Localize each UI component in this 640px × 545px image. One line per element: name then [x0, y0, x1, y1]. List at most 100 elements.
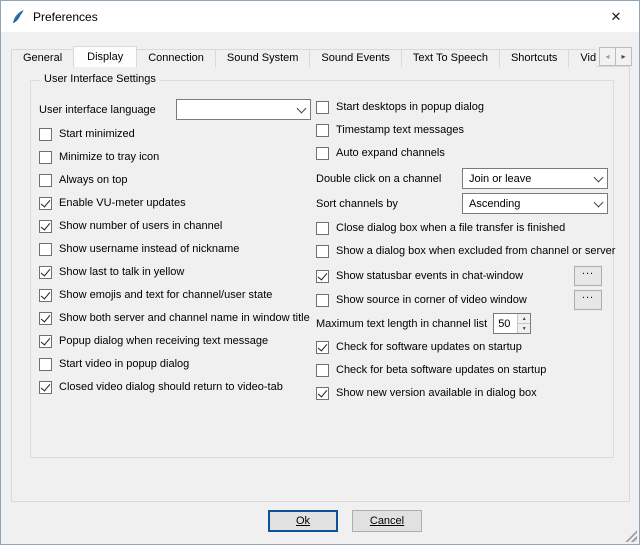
checkbox-label: Timestamp text messages	[336, 124, 464, 136]
tab[interactable]: Text To Speech	[401, 49, 500, 67]
ok-button[interactable]: Ok	[268, 510, 338, 532]
sort-channels-dropdown[interactable]: Ascending	[462, 193, 608, 214]
app-icon	[10, 9, 26, 25]
window-title: Preferences	[33, 10, 98, 24]
checkbox[interactable]	[316, 341, 329, 354]
checkbox-row[interactable]: Show a dialog box when excluded from cha…	[316, 243, 608, 259]
tab[interactable]: General	[11, 49, 74, 67]
dropdown-arrow-icon	[590, 194, 607, 213]
checkbox-row[interactable]: Auto expand channels	[316, 145, 608, 161]
checkbox-row[interactable]: Popup dialog when receiving text message	[39, 333, 311, 349]
checkbox-row[interactable]: Show last to talk in yellow	[39, 264, 311, 280]
checkbox-row[interactable]: Close dialog box when a file transfer is…	[316, 220, 608, 236]
checkbox-label: Show a dialog box when excluded from cha…	[336, 245, 615, 257]
checkbox[interactable]	[316, 222, 329, 235]
spin-down-icon: ▼	[522, 326, 527, 332]
cancel-button[interactable]: Cancel	[352, 510, 422, 532]
checkbox-label: Show username instead of nickname	[59, 243, 239, 255]
checkbox[interactable]	[39, 289, 52, 302]
checkbox-row[interactable]: Show emojis and text for channel/user st…	[39, 287, 311, 303]
checkbox[interactable]	[39, 358, 52, 371]
checkbox[interactable]	[39, 128, 52, 141]
video-source-row[interactable]: Show source in corner of video window ..…	[316, 290, 608, 310]
tab-scroll-left-button[interactable]: ◂	[599, 47, 616, 66]
user-interface-settings-group: User Interface Settings User interface l…	[30, 80, 614, 458]
checkbox-row[interactable]: Start video in popup dialog	[39, 356, 311, 372]
tab[interactable]: Video	[568, 49, 596, 67]
tab-label: Video	[580, 52, 596, 64]
double-click-setting-row: Double click on a channel Join or leave	[316, 168, 608, 189]
language-setting-row: User interface language	[39, 99, 311, 120]
right-checkbox-list-bottom: Check for software updates on startup Ch…	[316, 339, 608, 401]
double-click-dropdown[interactable]: Join or leave	[462, 168, 608, 189]
checkbox-row[interactable]: Show number of users in channel	[39, 218, 311, 234]
right-checkbox-list-mid: Close dialog box when a file transfer is…	[316, 220, 608, 259]
checkbox[interactable]	[39, 197, 52, 210]
close-button[interactable]: ✕	[593, 1, 639, 32]
tab-scroll-right-button[interactable]: ▸	[615, 47, 632, 66]
checkbox[interactable]	[316, 294, 329, 307]
tab[interactable]: Display	[73, 46, 137, 67]
spin-up-icon: ▲	[522, 316, 527, 322]
checkbox-label: Always on top	[59, 174, 127, 186]
checkbox-row[interactable]: Check for beta software updates on start…	[316, 362, 608, 378]
tab-label: Display	[87, 51, 123, 63]
checkbox-row[interactable]: Start desktops in popup dialog	[316, 99, 608, 115]
statusbar-events-more-button[interactable]: ...	[574, 266, 602, 286]
max-text-length-spinner: 50 ▲ ▼	[493, 313, 531, 334]
checkbox[interactable]	[316, 364, 329, 377]
checkbox-row[interactable]: Closed video dialog should return to vid…	[39, 379, 311, 395]
tab[interactable]: Sound Events	[309, 49, 402, 67]
tab[interactable]: Connection	[136, 49, 216, 67]
checkbox-row[interactable]: Timestamp text messages	[316, 122, 608, 138]
checkbox-label: Closed video dialog should return to vid…	[59, 381, 283, 393]
checkbox[interactable]	[39, 266, 52, 279]
checkbox[interactable]	[39, 335, 52, 348]
ellipsis-icon: ...	[582, 291, 594, 300]
checkbox[interactable]	[316, 124, 329, 137]
checkbox-row[interactable]: Start minimized	[39, 126, 311, 142]
left-column: User interface language Start minimized	[39, 99, 311, 402]
checkbox-label: Start desktops in popup dialog	[336, 101, 484, 113]
checkbox-row[interactable]: Enable VU-meter updates	[39, 195, 311, 211]
tab-bar: General Display Connection Sound System …	[11, 46, 632, 67]
tab[interactable]: Shortcuts	[499, 49, 569, 67]
checkbox-row[interactable]: Show username instead of nickname	[39, 241, 311, 257]
spin-up-button[interactable]: ▲	[517, 314, 530, 323]
checkbox-row[interactable]: Always on top	[39, 172, 311, 188]
statusbar-events-row[interactable]: Show statusbar events in chat-window ...	[316, 266, 608, 286]
checkbox[interactable]	[39, 312, 52, 325]
double-click-label: Double click on a channel	[316, 173, 441, 185]
checkbox-label: Show source in corner of video window	[336, 294, 527, 306]
video-source-more-button[interactable]: ...	[574, 290, 602, 310]
checkbox-row[interactable]: Show both server and channel name in win…	[39, 310, 311, 326]
checkbox-label: Auto expand channels	[336, 147, 445, 159]
tab-label: Sound System	[227, 52, 299, 64]
checkbox-label: Close dialog box when a file transfer is…	[336, 222, 565, 234]
checkbox[interactable]	[316, 245, 329, 258]
checkbox[interactable]	[39, 174, 52, 187]
max-text-length-input[interactable]: 50	[494, 314, 517, 333]
checkbox-label: Enable VU-meter updates	[59, 197, 186, 209]
checkbox[interactable]	[39, 220, 52, 233]
checkbox[interactable]	[316, 270, 329, 283]
checkbox-row[interactable]: Minimize to tray icon	[39, 149, 311, 165]
double-click-value: Join or leave	[469, 173, 590, 185]
checkbox[interactable]	[39, 381, 52, 394]
checkbox[interactable]	[39, 151, 52, 164]
tab-strip: General Display Connection Sound System …	[11, 46, 596, 67]
titlebar[interactable]: Preferences ✕	[1, 1, 639, 32]
checkbox[interactable]	[316, 101, 329, 114]
checkbox[interactable]	[316, 147, 329, 160]
group-title: User Interface Settings	[40, 73, 160, 85]
dropdown-arrow-icon	[293, 100, 310, 119]
checkbox-label: Check for beta software updates on start…	[336, 364, 546, 376]
checkbox-row[interactable]: Check for software updates on startup	[316, 339, 608, 355]
language-dropdown[interactable]	[176, 99, 311, 120]
checkbox-label: Show last to talk in yellow	[59, 266, 184, 278]
tab[interactable]: Sound System	[215, 49, 311, 67]
checkbox-row[interactable]: Show new version available in dialog box	[316, 385, 608, 401]
checkbox[interactable]	[39, 243, 52, 256]
spin-down-button[interactable]: ▼	[517, 323, 530, 333]
checkbox[interactable]	[316, 387, 329, 400]
